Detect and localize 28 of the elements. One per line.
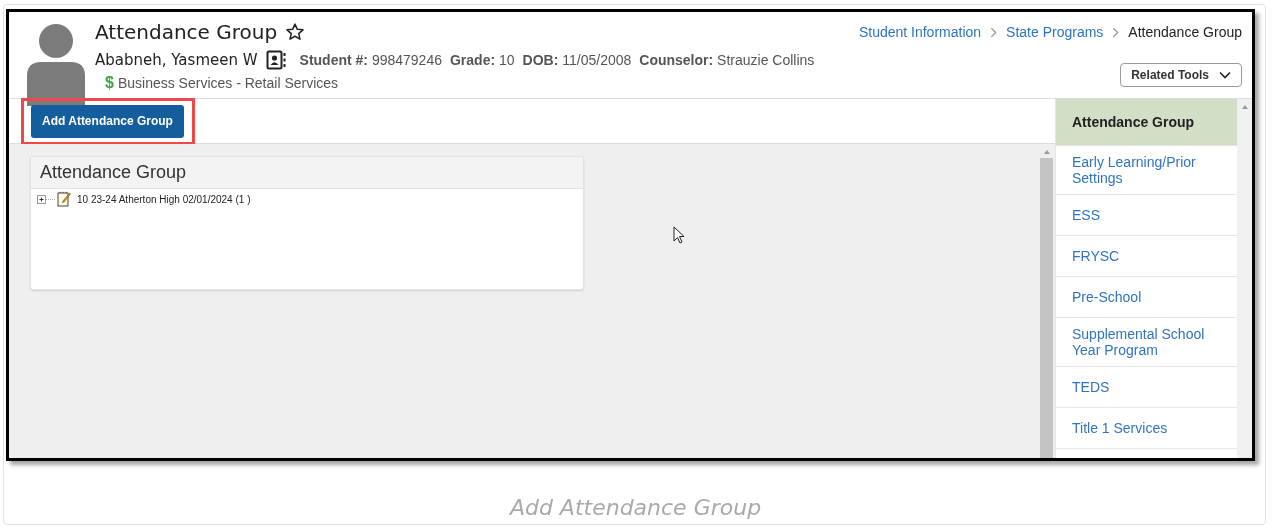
notepad-icon xyxy=(57,191,71,207)
breadcrumb-link[interactable]: Student Information xyxy=(858,24,982,40)
chevron-right-icon xyxy=(1112,26,1120,38)
program-text: Business Services - Retail Services xyxy=(117,75,339,91)
dollar-icon: $ xyxy=(105,74,114,92)
student-field: Counselor: Strauzie Collins xyxy=(639,52,815,68)
sidebar-item[interactable]: Attendance Group xyxy=(1056,99,1237,146)
page-title: Attendance Group xyxy=(95,20,278,44)
panel-title: Attendance Group xyxy=(40,162,187,183)
star-icon[interactable] xyxy=(285,22,306,42)
breadcrumb-current: Attendance Group xyxy=(1128,24,1242,40)
student-name: Ababneh, Yasmeen W xyxy=(95,51,258,69)
mouse-cursor-icon xyxy=(673,226,685,244)
student-field: Grade: 10 xyxy=(450,52,515,68)
related-tools-button[interactable]: Related Tools xyxy=(1120,63,1242,87)
add-attendance-group-button[interactable]: Add Attendance Group xyxy=(31,104,184,138)
chevron-right-icon xyxy=(990,26,998,38)
scrollbar[interactable] xyxy=(1237,99,1252,458)
contact-card-icon[interactable] xyxy=(265,50,286,70)
student-field: DOB: 11/05/2008 xyxy=(522,52,632,68)
tree-item[interactable]: 10 23-24 Atherton High 02/01/2024 (1 ) xyxy=(77,193,251,205)
chevron-down-icon xyxy=(1219,71,1231,79)
avatar-icon xyxy=(27,24,85,106)
scrollbar[interactable] xyxy=(1040,150,1053,458)
expand-icon[interactable] xyxy=(37,193,55,205)
student-field: Student #: 998479246 xyxy=(299,52,442,68)
breadcrumb-link[interactable]: State Programs xyxy=(1006,24,1104,40)
figure-caption: Add Attendance Group xyxy=(508,495,763,520)
